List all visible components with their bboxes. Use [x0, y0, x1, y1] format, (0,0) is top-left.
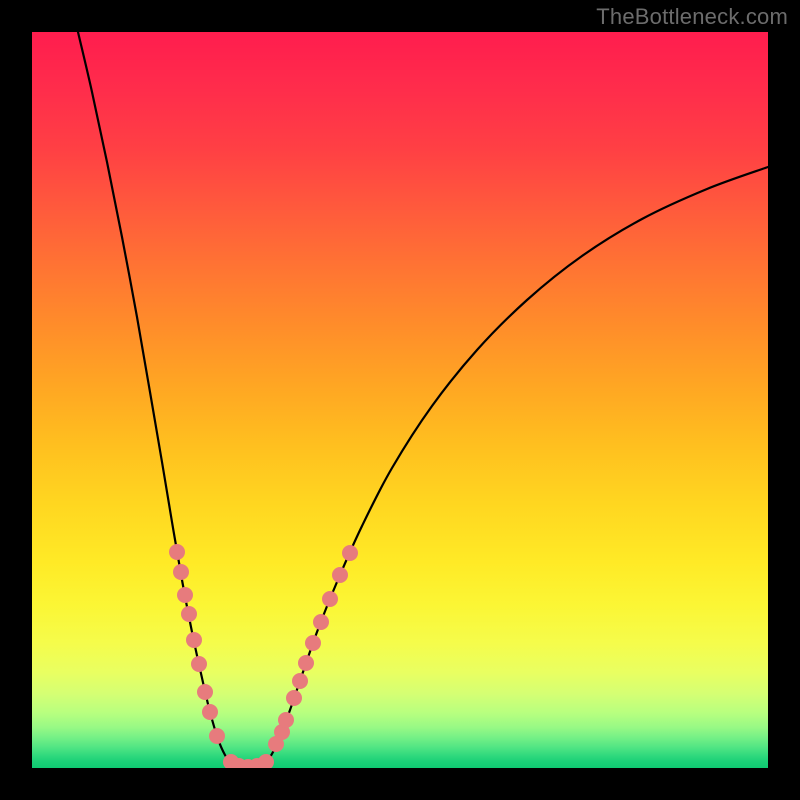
chart-svg	[32, 32, 768, 768]
marker-dot	[278, 712, 294, 728]
curve-group	[78, 32, 768, 768]
marker-dot	[202, 704, 218, 720]
marker-dot	[286, 690, 302, 706]
plot-area	[32, 32, 768, 768]
marker-dot	[305, 635, 321, 651]
chart-frame: TheBottleneck.com	[0, 0, 800, 800]
watermark-text: TheBottleneck.com	[596, 4, 788, 30]
marker-dot	[169, 544, 185, 560]
marker-dot	[209, 728, 225, 744]
marker-dot	[191, 656, 207, 672]
marker-dot	[332, 567, 348, 583]
marker-dot	[186, 632, 202, 648]
marker-dot	[173, 564, 189, 580]
marker-dot	[181, 606, 197, 622]
left-branch-curve	[78, 32, 239, 768]
marker-dot	[298, 655, 314, 671]
right-branch-curve	[258, 167, 768, 768]
marker-dot	[177, 587, 193, 603]
marker-dot	[292, 673, 308, 689]
marker-dot	[322, 591, 338, 607]
marker-dot	[197, 684, 213, 700]
marker-dot	[342, 545, 358, 561]
marker-dot	[313, 614, 329, 630]
